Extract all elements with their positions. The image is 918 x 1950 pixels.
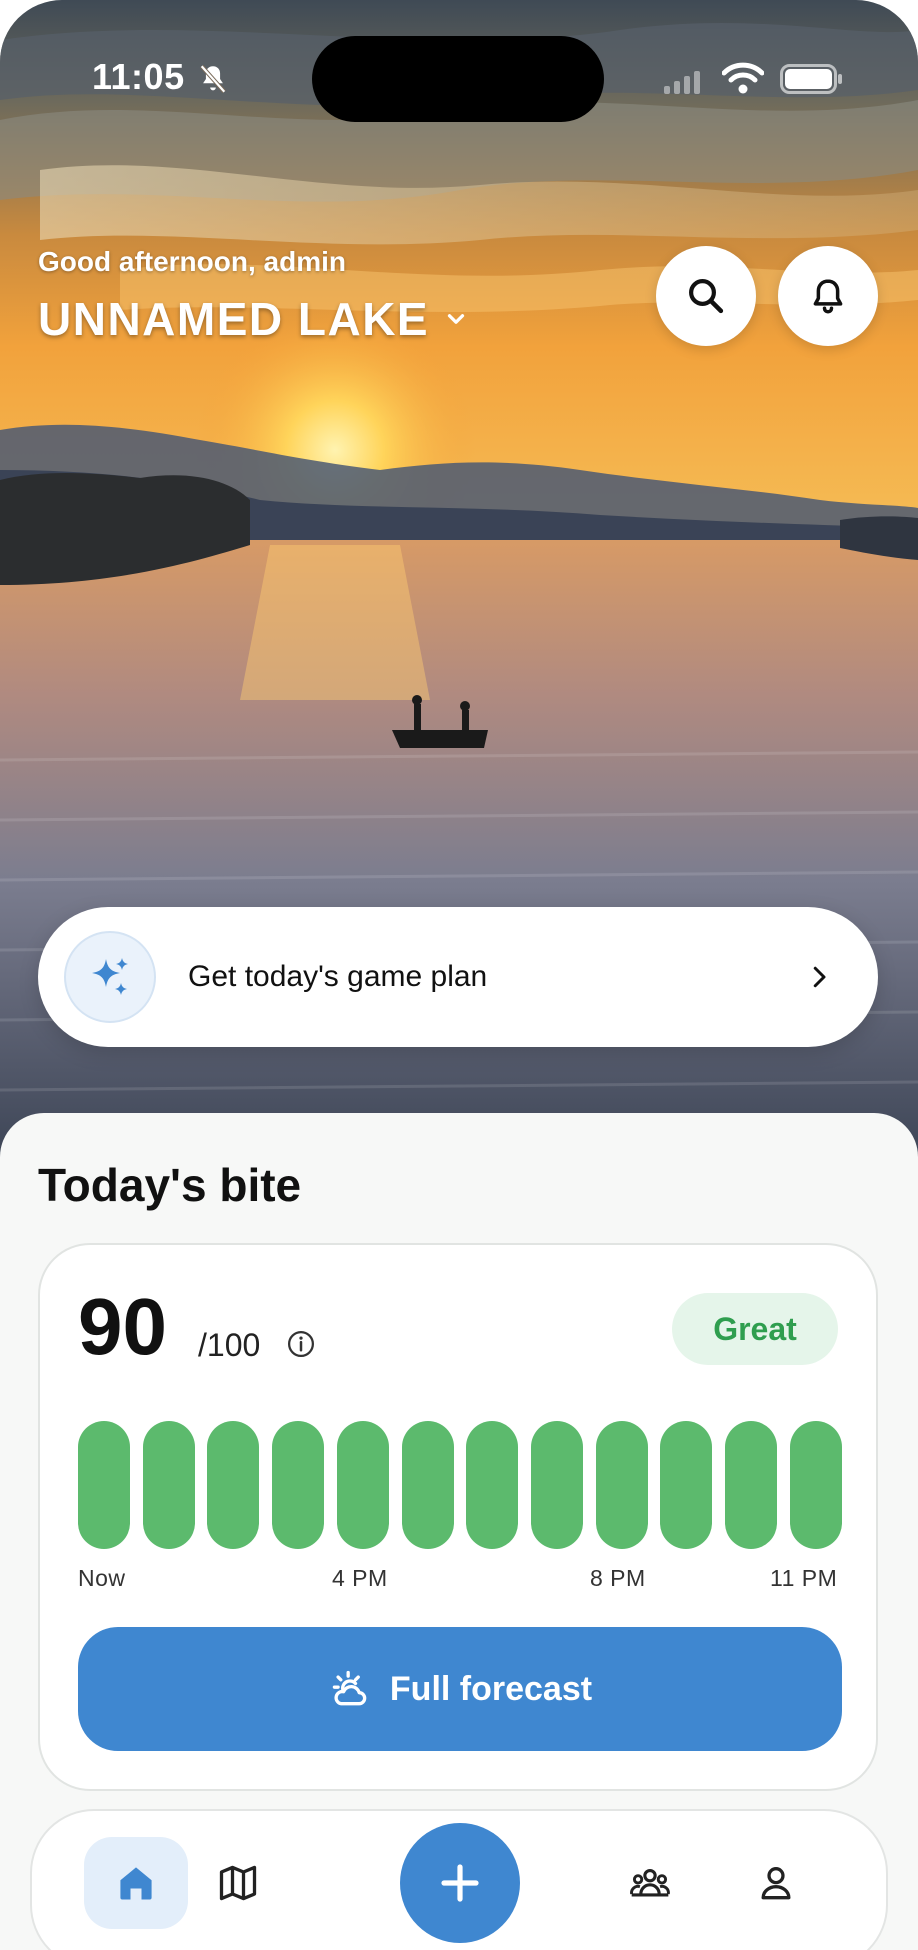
- status-time: 11:05: [92, 56, 185, 97]
- time-label-4pm: 4 PM: [332, 1565, 388, 1591]
- bell-slash-icon: [200, 64, 226, 94]
- info-icon[interactable]: [286, 1329, 316, 1359]
- chevron-down-icon: [447, 314, 465, 324]
- bite-bar: [272, 1421, 325, 1549]
- search-icon: [689, 279, 724, 314]
- search-button[interactable]: [656, 246, 756, 346]
- bite-bar: [595, 1421, 648, 1549]
- bite-score: 90: [78, 1282, 167, 1371]
- bell-icon: [813, 279, 843, 314]
- tab-home[interactable]: [84, 1837, 188, 1929]
- bite-bar: [78, 1421, 130, 1549]
- sparkle-icon-container: [64, 931, 156, 1023]
- sun-cloud-icon: [332, 1670, 367, 1706]
- bite-bar: [207, 1421, 260, 1549]
- bite-score-card: 90 /100 Great Now 4 PM 8 PM 11 PM Full f…: [38, 1243, 878, 1791]
- bite-bar: [401, 1421, 454, 1549]
- bite-bar: [660, 1421, 713, 1549]
- notifications-button[interactable]: [778, 246, 878, 346]
- time-label-8pm: 8 PM: [590, 1565, 646, 1591]
- full-forecast-button[interactable]: Full forecast: [78, 1627, 842, 1751]
- lake-selector[interactable]: UNNAMED LAKE: [38, 292, 469, 346]
- bite-bar: [336, 1421, 389, 1549]
- bite-rating-badge: Great: [672, 1293, 838, 1365]
- battery-icon: [780, 64, 842, 94]
- plus-icon: [441, 1864, 479, 1902]
- tab-map[interactable]: [186, 1837, 290, 1929]
- home-icon: [120, 1867, 152, 1900]
- time-label-now: Now: [78, 1565, 126, 1591]
- lake-name: UNNAMED LAKE: [38, 293, 430, 345]
- wifi-icon: [722, 62, 764, 94]
- person-icon: [761, 1867, 791, 1900]
- section-title-todays-bite: Today's bite: [38, 1159, 302, 1211]
- bite-bar: [466, 1421, 519, 1549]
- full-forecast-label: Full forecast: [389, 1669, 593, 1708]
- game-plan-button[interactable]: Get today's game plan: [38, 907, 878, 1047]
- dynamic-island: [312, 36, 604, 122]
- hourly-bite-bars: [78, 1421, 842, 1549]
- bottom-tab-bar: [30, 1809, 888, 1950]
- phone-screen: 11:05 Good afternoon, admin UNNAMED LAKE: [0, 0, 918, 1950]
- game-plan-label: Get today's game plan: [188, 960, 488, 993]
- bite-score-max: /100: [198, 1327, 261, 1363]
- time-label-11pm: 11 PM: [770, 1565, 838, 1591]
- sparkle-icon: [92, 958, 128, 995]
- signal-icon: [664, 71, 700, 94]
- tab-add-button[interactable]: [400, 1823, 520, 1943]
- map-icon: [219, 1865, 257, 1901]
- tab-community[interactable]: [598, 1837, 702, 1929]
- tab-profile[interactable]: [724, 1837, 828, 1929]
- bite-bar: [789, 1421, 842, 1549]
- bite-bar: [531, 1421, 584, 1549]
- chevron-right-icon: [813, 966, 826, 988]
- bite-bar: [142, 1421, 195, 1549]
- people-icon: [630, 1868, 670, 1897]
- greeting-text: Good afternoon, admin: [38, 246, 346, 277]
- bite-bar: [725, 1421, 778, 1549]
